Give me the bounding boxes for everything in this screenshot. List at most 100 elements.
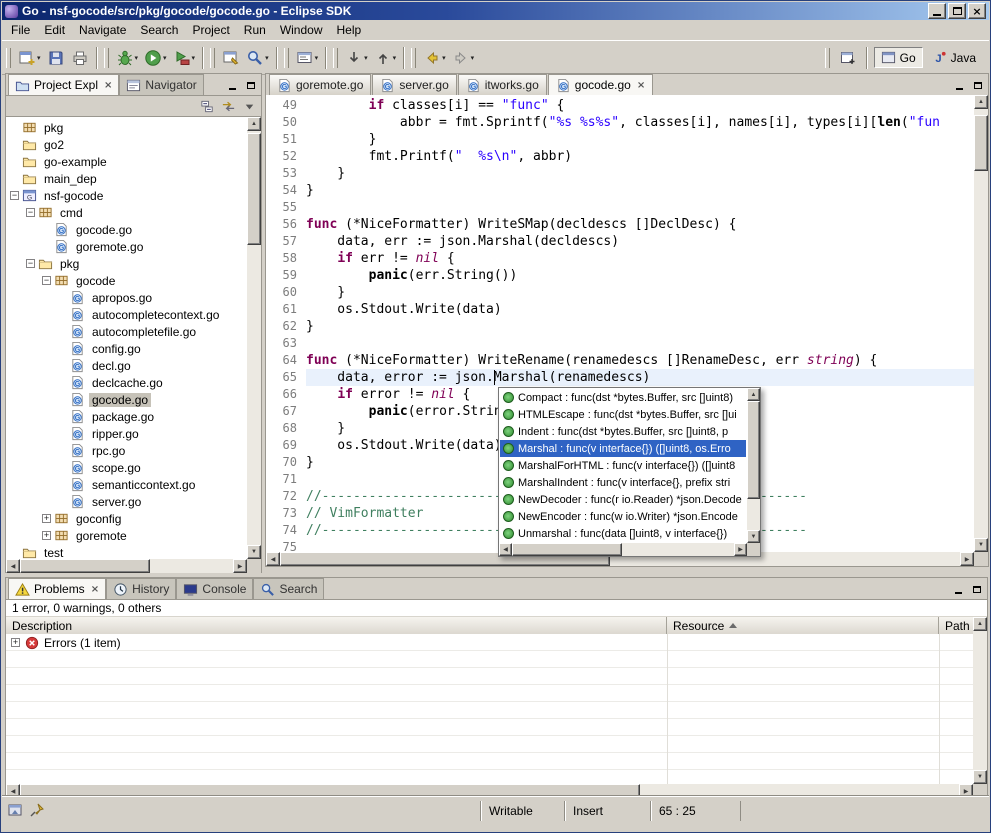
autocomplete-item[interactable]: Indent : func(dst *bytes.Buffer, src []u… — [500, 423, 746, 440]
view-tab-search[interactable]: Search — [253, 578, 324, 599]
debug-button[interactable]: ▾ — [114, 47, 141, 69]
tree-item-ripper-go[interactable]: Gripper.go — [6, 425, 247, 442]
tree-horizontal-scrollbar[interactable]: ◀ ▶ — [6, 559, 247, 573]
code-line[interactable]: 61 os.Stdout.Write(data) — [266, 301, 974, 318]
minimize-view-button[interactable] — [952, 79, 967, 92]
search-button[interactable]: ▾ — [244, 47, 271, 69]
plus-expander-icon[interactable]: + — [11, 638, 20, 647]
autocomplete-item[interactable]: NewEncoder : func(w io.Writer) *json.Enc… — [500, 508, 746, 525]
plus-expander-icon[interactable]: + — [42, 531, 51, 540]
tree-item-autocompletefile-go[interactable]: Gautocompletefile.go — [6, 323, 247, 340]
code-line[interactable]: 52 fmt.Printf(" %s\n", abbr) — [266, 148, 974, 165]
autocomplete-item[interactable]: HTMLEscape : func(dst *bytes.Buffer, src… — [500, 406, 746, 423]
tree-item-semanticcontext-go[interactable]: Gsemanticcontext.go — [6, 476, 247, 493]
forward-button[interactable]: ▾ — [450, 47, 477, 69]
editor-tab-goremote-go[interactable]: Ggoremote.go — [269, 74, 371, 95]
menu-run[interactable]: Run — [237, 21, 273, 39]
scroll-down-icon[interactable]: ▼ — [747, 530, 760, 543]
view-tab-project-expl[interactable]: Project Expl× — [8, 74, 119, 95]
code-line[interactable]: 49 if classes[i] == "func" { — [266, 97, 974, 114]
scroll-up-icon[interactable]: ▲ — [747, 388, 760, 401]
menu-search[interactable]: Search — [133, 21, 185, 39]
editor-tab-itworks-go[interactable]: Gitworks.go — [458, 74, 547, 95]
scroll-left-icon[interactable]: ◀ — [266, 552, 280, 566]
scroll-right-icon[interactable]: ▶ — [960, 552, 974, 566]
tree-item-go-example[interactable]: go-example — [6, 153, 247, 170]
column-header-resource[interactable]: Resource — [667, 617, 939, 635]
tree-item-goremote-go[interactable]: Ggoremote.go — [6, 238, 247, 255]
autocomplete-item[interactable]: MarshalIndent : func(v interface{}, pref… — [500, 474, 746, 491]
maximize-view-button[interactable] — [970, 79, 985, 92]
scroll-down-icon[interactable]: ▼ — [247, 545, 261, 559]
problems-vertical-scrollbar[interactable]: ▲ ▼ — [973, 617, 987, 784]
view-tab-history[interactable]: History — [106, 578, 176, 599]
code-line[interactable]: 50 abbr = fmt.Sprintf("%s %s%s", classes… — [266, 114, 974, 131]
view-tab-problems[interactable]: Problems× — [8, 578, 106, 599]
autocomplete-list[interactable]: Compact : func(dst *bytes.Buffer, src []… — [500, 389, 746, 542]
external-tools-button[interactable]: ▾ — [171, 47, 198, 69]
autocomplete-item[interactable]: Compact : func(dst *bytes.Buffer, src []… — [500, 389, 746, 406]
maximize-view-button[interactable] — [243, 79, 258, 92]
next-annotation-button[interactable]: ▾ — [343, 47, 370, 69]
tree-item-nsf-gocode[interactable]: −Gnsf-gocode — [6, 187, 247, 204]
scroll-left-icon[interactable]: ◀ — [6, 559, 20, 573]
minus-expander-icon[interactable]: − — [26, 259, 35, 268]
tree-item-package-go[interactable]: Gpackage.go — [6, 408, 247, 425]
code-line[interactable]: 54} — [266, 182, 974, 199]
collapse-all-button[interactable] — [198, 98, 216, 115]
title-bar[interactable]: Go - nsf-gocode/src/pkg/gocode/gocode.go… — [2, 2, 989, 20]
code-line[interactable]: 55 — [266, 199, 974, 216]
tree-item-test[interactable]: test — [6, 544, 247, 559]
tree-item-server-go[interactable]: Gserver.go — [6, 493, 247, 510]
new-wizard-button[interactable]: ▾ — [16, 47, 43, 69]
tree-item-config-go[interactable]: Gconfig.go — [6, 340, 247, 357]
project-tree[interactable]: pkggo2go-examplemain_dep−Gnsf-gocode−cmd… — [6, 119, 247, 559]
close-tab-icon[interactable]: × — [637, 80, 645, 91]
scrollbar-thumb[interactable] — [747, 401, 760, 499]
open-console-button[interactable]: ▾ — [294, 47, 321, 69]
scrollbar-thumb[interactable] — [20, 559, 150, 573]
editor-vertical-scrollbar[interactable]: ▲ ▼ — [974, 95, 988, 552]
scroll-down-icon[interactable]: ▼ — [974, 538, 988, 552]
tree-item-pkg[interactable]: −pkg — [6, 255, 247, 272]
link-with-editor-button[interactable] — [219, 98, 237, 115]
tree-item-gocode-go[interactable]: Ggocode.go — [6, 391, 247, 408]
tree-item-cmd[interactable]: −cmd — [6, 204, 247, 221]
tree-item-go2[interactable]: go2 — [6, 136, 247, 153]
tree-item-pkg[interactable]: pkg — [6, 119, 247, 136]
scroll-right-icon[interactable]: ▶ — [734, 543, 747, 556]
save-button[interactable] — [45, 47, 67, 69]
minimize-button[interactable] — [928, 3, 946, 19]
scroll-up-icon[interactable]: ▲ — [973, 617, 987, 631]
tree-item-gocode-go[interactable]: Ggocode.go — [6, 221, 247, 238]
menu-window[interactable]: Window — [273, 21, 330, 39]
tree-item-apropos-go[interactable]: Gapropos.go — [6, 289, 247, 306]
tree-item-declcache-go[interactable]: Gdeclcache.go — [6, 374, 247, 391]
minus-expander-icon[interactable]: − — [26, 208, 35, 217]
print-button[interactable] — [69, 47, 91, 69]
scroll-up-icon[interactable]: ▲ — [247, 117, 261, 131]
popup-horizontal-scrollbar[interactable]: ◀ ▶ — [499, 543, 747, 556]
code-line[interactable]: 64func (*NiceFormatter) WriteRename(rena… — [266, 352, 974, 369]
menu-help[interactable]: Help — [330, 21, 369, 39]
menu-edit[interactable]: Edit — [37, 21, 72, 39]
scrollbar-thumb[interactable] — [512, 543, 622, 556]
code-line[interactable]: 53 } — [266, 165, 974, 182]
open-perspective-button[interactable] — [837, 47, 859, 69]
menu-file[interactable]: File — [4, 21, 37, 39]
prev-annotation-button[interactable]: ▾ — [372, 47, 399, 69]
perspective-go[interactable]: Go — [874, 47, 923, 68]
tree-item-decl-go[interactable]: Gdecl.go — [6, 357, 247, 374]
minimize-view-button[interactable] — [951, 583, 966, 596]
code-line[interactable]: 56func (*NiceFormatter) WriteSMap(declde… — [266, 216, 974, 233]
scroll-down-icon[interactable]: ▼ — [973, 770, 987, 784]
tree-item-autocompletecontext-go[interactable]: Gautocompletecontext.go — [6, 306, 247, 323]
tree-item-goconfig[interactable]: +goconfig — [6, 510, 247, 527]
close-tab-icon[interactable]: × — [91, 584, 99, 595]
close-button[interactable]: × — [968, 3, 986, 19]
run-button[interactable]: ▾ — [142, 47, 169, 69]
code-line[interactable]: 51 } — [266, 131, 974, 148]
editor-tab-server-go[interactable]: Gserver.go — [372, 74, 456, 95]
scrollbar-thumb[interactable] — [247, 133, 261, 245]
scrollbar-thumb[interactable] — [974, 115, 988, 171]
